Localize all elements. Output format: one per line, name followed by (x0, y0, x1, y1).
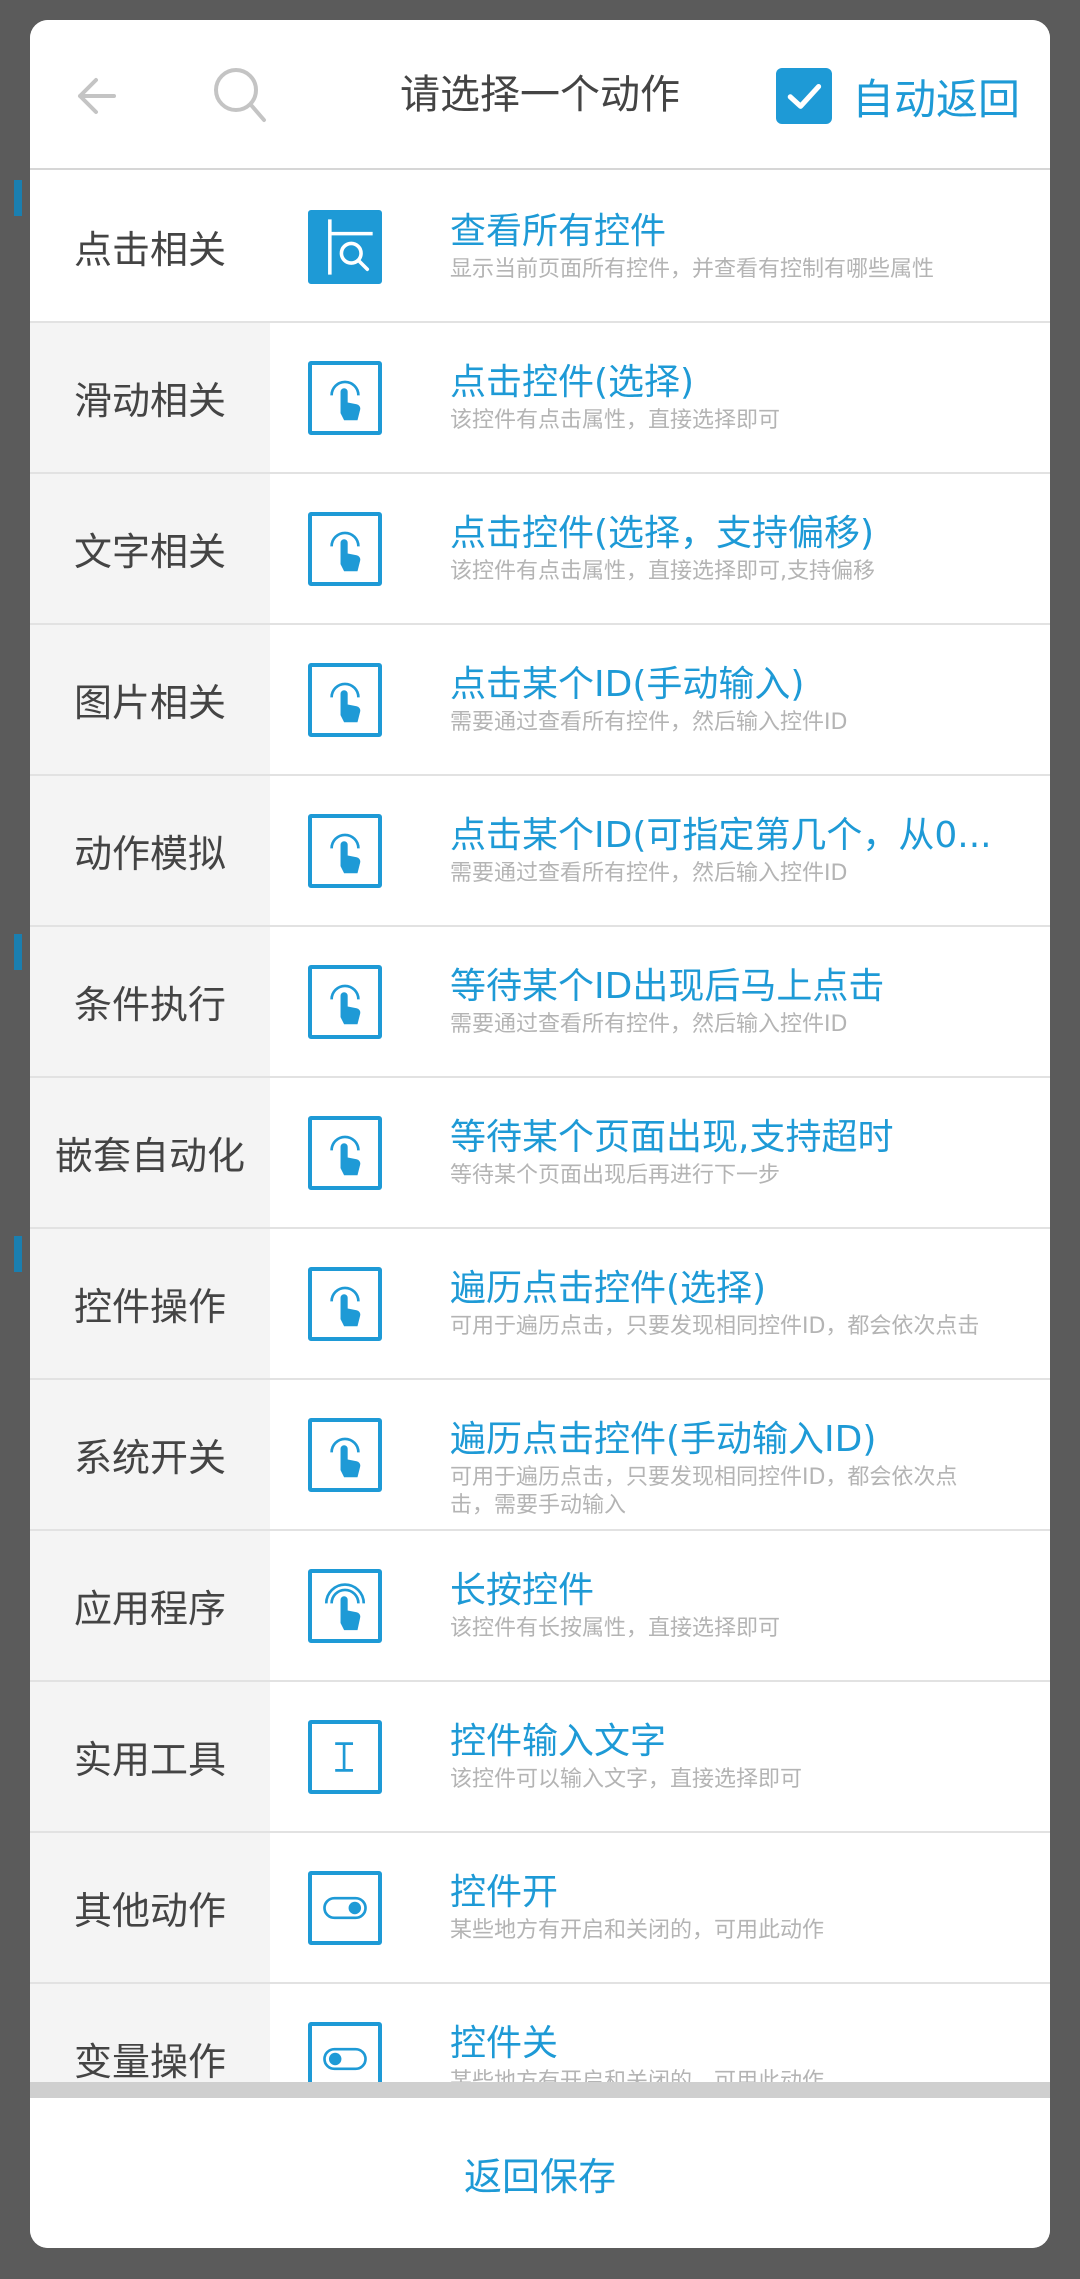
category-item[interactable]: 文字相关 (30, 474, 270, 625)
category-item[interactable]: 其他动作 (30, 1833, 270, 1984)
long-press-icon (308, 1569, 382, 1643)
category-item[interactable]: 图片相关 (30, 625, 270, 776)
action-description: 某些地方有开启和关闭的，可用此动作 (450, 2069, 825, 2082)
category-item[interactable]: 嵌套自动化 (30, 1078, 270, 1229)
action-item[interactable]: 遍历点击控件(手动输入ID) 可用于遍历点击，只要发现相同控件ID，都会依次点击，… (270, 1380, 1050, 1531)
action-title: 长按控件 (450, 1570, 595, 1611)
action-title: 控件输入文字 (450, 1721, 667, 1762)
auto-return-checkbox[interactable] (775, 68, 832, 124)
tap-icon (308, 663, 382, 737)
background-marker (14, 934, 22, 970)
background-marker (14, 1236, 22, 1272)
action-description: 该控件有点击属性，直接选择即可 (450, 408, 781, 433)
action-item[interactable]: 点击控件(选择) 该控件有点击属性，直接选择即可 (270, 323, 1050, 474)
category-item[interactable]: 控件操作 (30, 1229, 270, 1380)
category-item[interactable]: 实用工具 (30, 1682, 270, 1833)
action-title: 等待某个页面出现,支持超时 (450, 1117, 894, 1158)
category-item[interactable]: 动作模拟 (30, 776, 270, 927)
action-item[interactable]: 点击某个ID(手动输入) 需要通过查看所有控件，然后输入控件ID (270, 625, 1050, 776)
action-title: 遍历点击控件(手动输入ID) (450, 1419, 877, 1460)
toggle-on-icon (308, 1871, 382, 1945)
action-description: 需要通过查看所有控件，然后输入控件ID (450, 710, 848, 735)
action-item[interactable]: 控件开某些地方有开启和关闭的，可用此动作 (270, 1833, 1050, 1984)
tap-icon (308, 814, 382, 888)
action-title: 点击某个ID(可指定第几个，从0... (450, 815, 992, 856)
action-title: 点击控件(选择) (450, 362, 695, 403)
action-description: 该控件可以输入文字，直接选择即可 (450, 1767, 803, 1792)
footer-divider (30, 2082, 1050, 2098)
action-description: 该控件有点击属性，直接选择即可,支持偏移 (450, 559, 875, 584)
category-item[interactable]: 点击相关 (30, 172, 270, 323)
text-input-icon (308, 1720, 382, 1794)
category-item[interactable]: 滑动相关 (30, 323, 270, 474)
action-title: 点击控件(选择，支持偏移) (450, 513, 875, 554)
inspect-controls-icon (308, 210, 382, 284)
toggle-off-icon (308, 2022, 382, 2082)
tap-icon (308, 965, 382, 1039)
action-list: 查看所有控件显示当前页面所有控件，并查看有控制有哪些属性点击控件(选择) 该控件有… (270, 172, 1050, 2082)
action-title: 等待某个ID出现后马上点击 (450, 966, 885, 1007)
action-description: 某些地方有开启和关闭的，可用此动作 (450, 1918, 825, 1943)
action-item[interactable]: 遍历点击控件(选择) 可用于遍历点击，只要发现相同控件ID，都会依次点击 (270, 1229, 1050, 1380)
action-item[interactable]: 查看所有控件显示当前页面所有控件，并查看有控制有哪些属性 (270, 172, 1050, 323)
action-item[interactable]: 点击控件(选择，支持偏移) 该控件有点击属性，直接选择即可,支持偏移 (270, 474, 1050, 625)
action-item[interactable]: 长按控件该控件有长按属性，直接选择即可 (270, 1531, 1050, 1682)
category-item[interactable]: 应用程序 (30, 1531, 270, 1682)
action-item[interactable]: 等待某个ID出现后马上点击需要通过查看所有控件，然后输入控件ID (270, 927, 1050, 1078)
return-save-button[interactable]: 返回保存 (424, 2126, 656, 2221)
tap-icon (308, 1418, 382, 1492)
tap-icon (308, 1116, 382, 1190)
dialog-header: 请选择一个动作 自动返回 (30, 20, 1050, 170)
checkmark-icon (787, 84, 822, 109)
action-title: 遍历点击控件(选择) (450, 1268, 767, 1309)
action-description: 需要通过查看所有控件，然后输入控件ID (450, 861, 848, 886)
tap-icon (308, 512, 382, 586)
action-title: 控件开 (450, 1872, 559, 1913)
action-description: 需要通过查看所有控件，然后输入控件ID (450, 1012, 848, 1037)
category-item[interactable]: 条件执行 (30, 927, 270, 1078)
tap-icon (308, 1267, 382, 1341)
action-picker-dialog: 请选择一个动作 自动返回 点击相关 滑动相关 文字相关 图片相关 动作模拟 条件执行 嵌套自… (30, 20, 1050, 2248)
action-item[interactable]: 等待某个页面出现,支持超时等待某个页面出现后再进行下一步 (270, 1078, 1050, 1229)
auto-return-label: 自动返回 (851, 74, 1020, 124)
action-description: 可用于遍历点击，只要发现相同控件ID，都会依次点击 (450, 1314, 980, 1339)
background-marker (14, 180, 22, 216)
tap-icon (308, 361, 382, 435)
action-description: 显示当前页面所有控件，并查看有控制有哪些属性 (450, 257, 935, 282)
action-description: 可用于遍历点击，只要发现相同控件ID，都会依次点击，需要手动输入 (450, 1465, 958, 1518)
category-item[interactable]: 系统开关 (30, 1380, 270, 1531)
action-title: 控件关 (450, 2023, 559, 2064)
action-description: 等待某个页面出现后再进行下一步 (450, 1163, 781, 1188)
dialog-footer: 返回保存 (30, 2098, 1050, 2248)
category-list: 点击相关 滑动相关 文字相关 图片相关 动作模拟 条件执行 嵌套自动化 控件操作 系统开关 应用程… (30, 172, 270, 2135)
action-item[interactable]: 控件输入文字该控件可以输入文字，直接选择即可 (270, 1682, 1050, 1833)
action-item[interactable]: 控件关某些地方有开启和关闭的，可用此动作 (270, 1984, 1050, 2082)
action-description: 该控件有长按属性，直接选择即可 (450, 1616, 781, 1641)
auto-return-toggle[interactable]: 自动返回 (775, 64, 1020, 128)
action-title: 点击某个ID(手动输入) (450, 664, 805, 705)
action-title: 查看所有控件 (450, 211, 667, 252)
action-item[interactable]: 点击某个ID(可指定第几个，从0... 需要通过查看所有控件，然后输入控件ID (270, 776, 1050, 927)
